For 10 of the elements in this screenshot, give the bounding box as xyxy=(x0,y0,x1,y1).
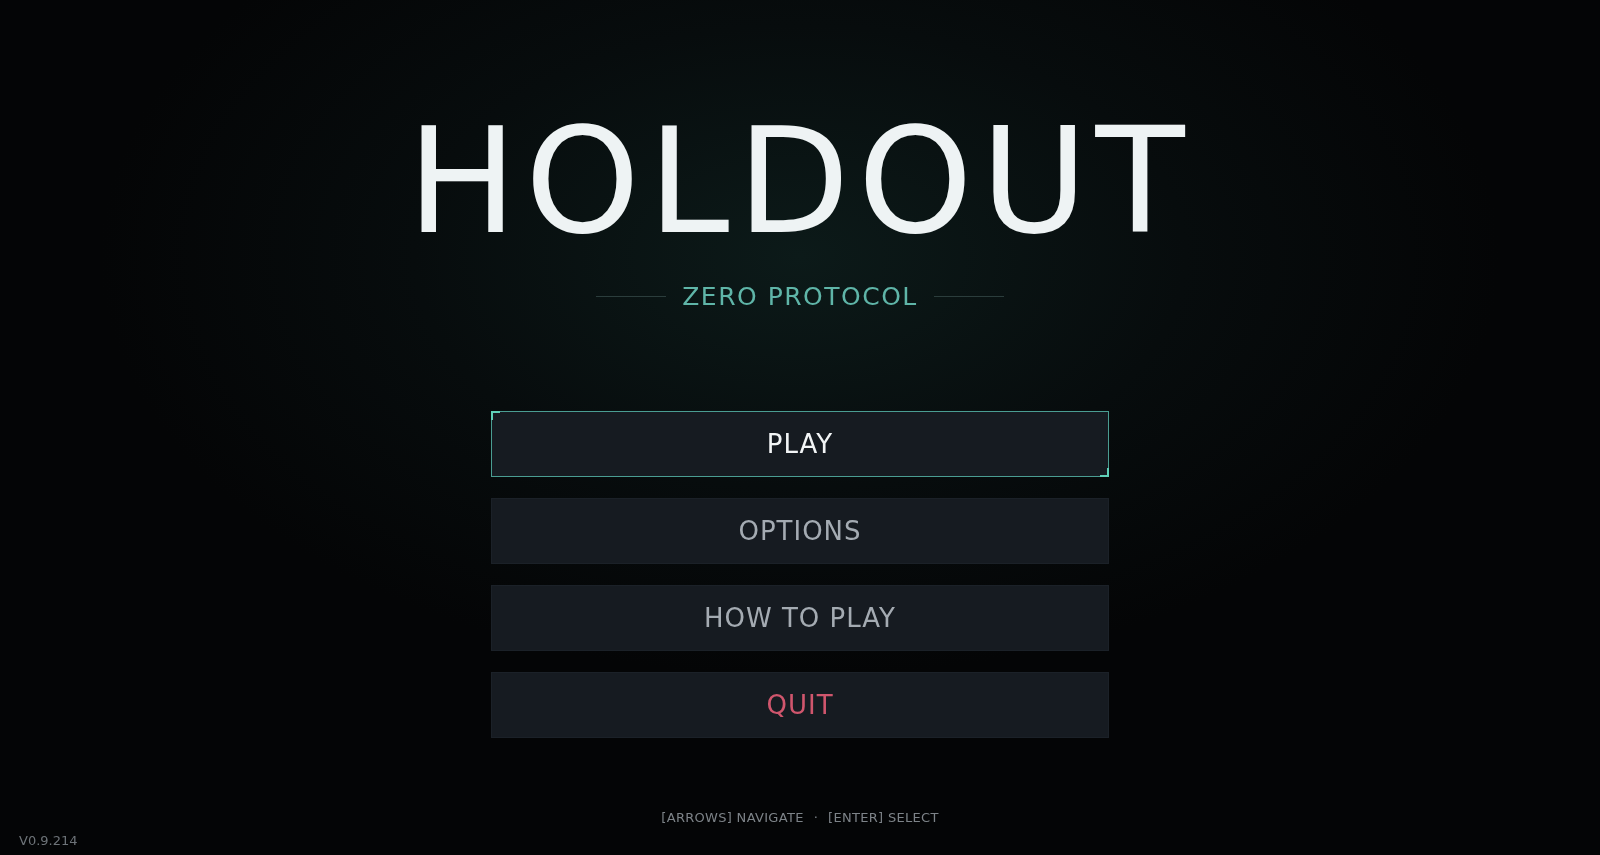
control-hint: [ARROWS] NAVIGATE xyxy=(661,810,804,825)
hint-separator: · xyxy=(813,810,819,825)
control-hint: [ENTER] SELECT xyxy=(828,810,939,825)
menu-button[interactable]: OPTIONS xyxy=(491,498,1109,564)
menu-button[interactable]: HOW TO PLAY xyxy=(491,585,1109,651)
game-title: HOLDOUT xyxy=(407,108,1193,254)
game-subtitle: ZERO PROTOCOL xyxy=(682,282,918,311)
version-label: V0.9.214 xyxy=(19,833,78,848)
menu-button[interactable]: PLAY xyxy=(491,411,1109,477)
menu-button[interactable]: QUIT xyxy=(491,672,1109,738)
